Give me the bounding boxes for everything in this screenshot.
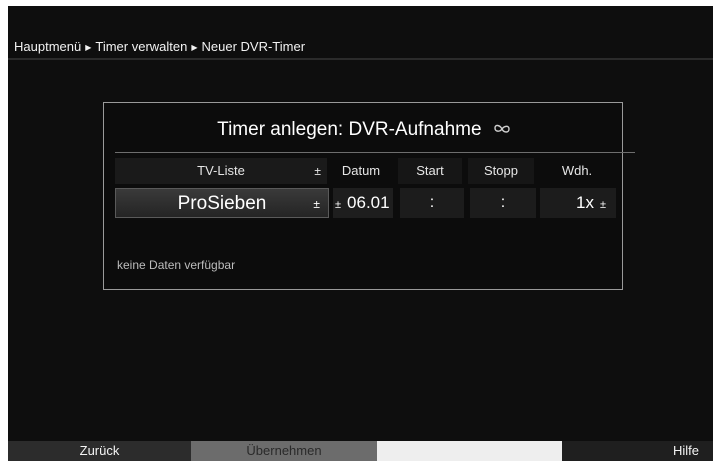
column-header-tv-liste[interactable]: TV-Liste ± xyxy=(115,158,327,184)
column-header-wdh: Wdh. xyxy=(561,163,593,178)
column-header-stopp: Stopp xyxy=(468,158,534,184)
channel-select-value: ProSieben xyxy=(177,193,267,214)
dialog-title-divider xyxy=(115,152,635,153)
tv-screen: Hauptmenü ▶ Timer verwalten ▶ Neuer DVR-Time… xyxy=(8,6,713,461)
zurueck-button[interactable]: Zurück xyxy=(8,441,191,461)
plus-minus-icon: ± xyxy=(335,199,342,211)
breadcrumb-separator-icon: ▶ xyxy=(85,43,92,52)
date-field-value: 06.01 xyxy=(347,193,390,212)
dialog-title: Timer anlegen: DVR-Aufnahme xyxy=(104,119,624,141)
repeat-select-value: 1x xyxy=(575,193,594,212)
column-header-start: Start xyxy=(398,158,462,184)
blank-button[interactable] xyxy=(377,441,562,461)
breadcrumb-separator-icon: ▶ xyxy=(191,43,198,52)
column-header-datum: Datum xyxy=(341,163,381,178)
repeat-select[interactable]: 1x ± xyxy=(540,188,616,218)
timer-dialog: Timer anlegen: DVR-Aufnahme TV-Liste ± D… xyxy=(103,102,635,290)
column-header-tv-liste-label: TV-Liste xyxy=(197,163,245,178)
start-time-field[interactable]: : xyxy=(400,188,464,218)
plus-minus-icon: ± xyxy=(313,197,320,211)
plus-minus-icon: ± xyxy=(599,199,606,211)
breadcrumb-item-hauptmenue[interactable]: Hauptmenü xyxy=(14,39,81,54)
date-field[interactable]: ±06.01 xyxy=(333,188,393,218)
dialog-title-text: Timer anlegen: DVR-Aufnahme xyxy=(217,119,482,141)
breadcrumb-divider xyxy=(8,58,713,60)
uebernehmen-button[interactable]: Übernehmen xyxy=(191,441,377,461)
plus-minus-icon: ± xyxy=(314,164,321,178)
breadcrumb-item-neuer-dvr-timer: Neuer DVR-Timer xyxy=(201,39,306,54)
status-text: keine Daten verfügbar xyxy=(117,258,236,272)
hilfe-button[interactable]: Hilfe xyxy=(562,441,713,461)
breadcrumb-item-timer-verwalten[interactable]: Timer verwalten xyxy=(95,39,187,54)
infinity-icon xyxy=(493,119,511,141)
channel-select[interactable]: ProSieben ± xyxy=(115,188,329,218)
stop-time-field[interactable]: : xyxy=(470,188,536,218)
footer-button-bar: Zurück Übernehmen Hilfe xyxy=(8,441,713,461)
breadcrumb: Hauptmenü ▶ Timer verwalten ▶ Neuer DVR-Time… xyxy=(14,36,305,58)
